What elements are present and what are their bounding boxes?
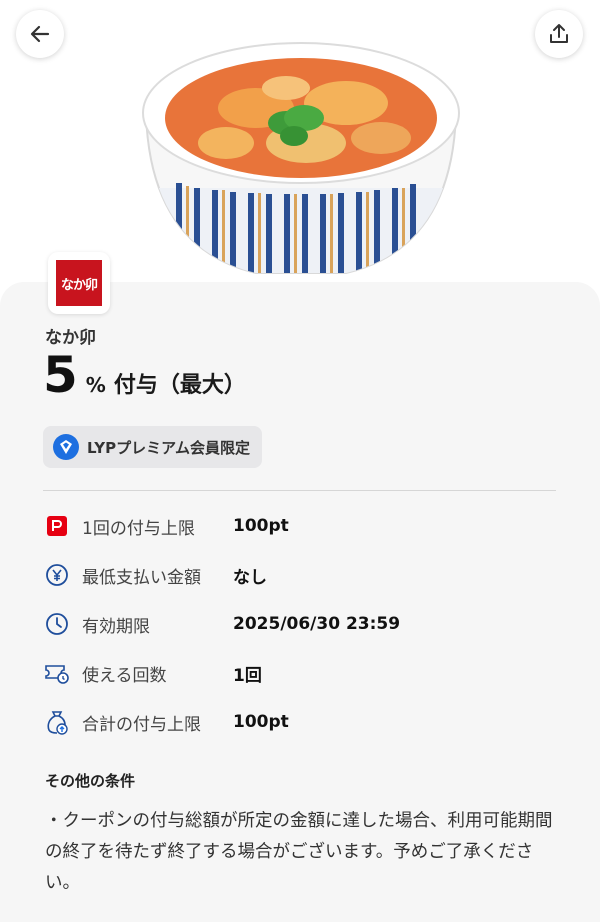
- oyakodon-bowl-image: [142, 42, 460, 274]
- clock-icon: [44, 611, 70, 637]
- detail-value: 2025/06/30 23:59: [233, 614, 401, 634]
- detail-value: 1回: [233, 665, 262, 686]
- section-divider: [43, 490, 556, 491]
- detail-label: 1回の付与上限: [82, 518, 195, 539]
- detail-value: なし: [233, 567, 267, 588]
- lyp-premium-icon: [53, 434, 79, 460]
- lyp-premium-badge-label: LYPプレミアム会員限定: [87, 438, 251, 457]
- yen-icon: [44, 562, 70, 588]
- detail-value: 100pt: [233, 516, 289, 536]
- other-conditions-title: その他の条件: [45, 772, 136, 790]
- other-conditions-text: ・クーポンの付与総額が所定の金額に達した場合、利用可能期間の終了を待たず終了する…: [45, 811, 553, 893]
- back-button[interactable]: [16, 10, 64, 58]
- paypay-icon: [44, 513, 70, 539]
- detail-row-expiry: 有効期限 2025/06/30 23:59: [44, 609, 400, 639]
- detail-label: 使える回数: [82, 665, 167, 686]
- reward-rate-unit: %: [85, 373, 106, 397]
- detail-row-total-cap: 合計の付与上限 100pt: [44, 707, 289, 737]
- detail-label: 有効期限: [82, 616, 150, 637]
- share-button[interactable]: [535, 10, 583, 58]
- arrow-left-icon: [30, 25, 50, 43]
- reward-rate: 5 % 付与（最大）: [43, 350, 246, 400]
- share-icon: [550, 24, 568, 43]
- lyp-premium-badge: LYPプレミアム会員限定: [43, 426, 263, 468]
- detail-row-min-payment: 最低支払い金額 なし: [44, 560, 267, 590]
- ticket-clock-icon: [44, 660, 70, 686]
- store-logo-mark: なか卯: [56, 260, 102, 306]
- store-name: なか卯: [45, 328, 96, 348]
- reward-rate-number: 5: [43, 346, 78, 404]
- detail-row-usage-count: 使える回数 1回: [44, 658, 262, 688]
- detail-row-max-per-use: 1回の付与上限 100pt: [44, 511, 289, 541]
- detail-value: 100pt: [233, 712, 289, 732]
- detail-label: 合計の付与上限: [82, 714, 201, 735]
- store-logo: なか卯: [48, 252, 110, 314]
- detail-label: 最低支払い金額: [82, 567, 201, 588]
- reward-rate-text: 付与（最大）: [113, 373, 246, 398]
- money-bag-icon: [44, 709, 70, 735]
